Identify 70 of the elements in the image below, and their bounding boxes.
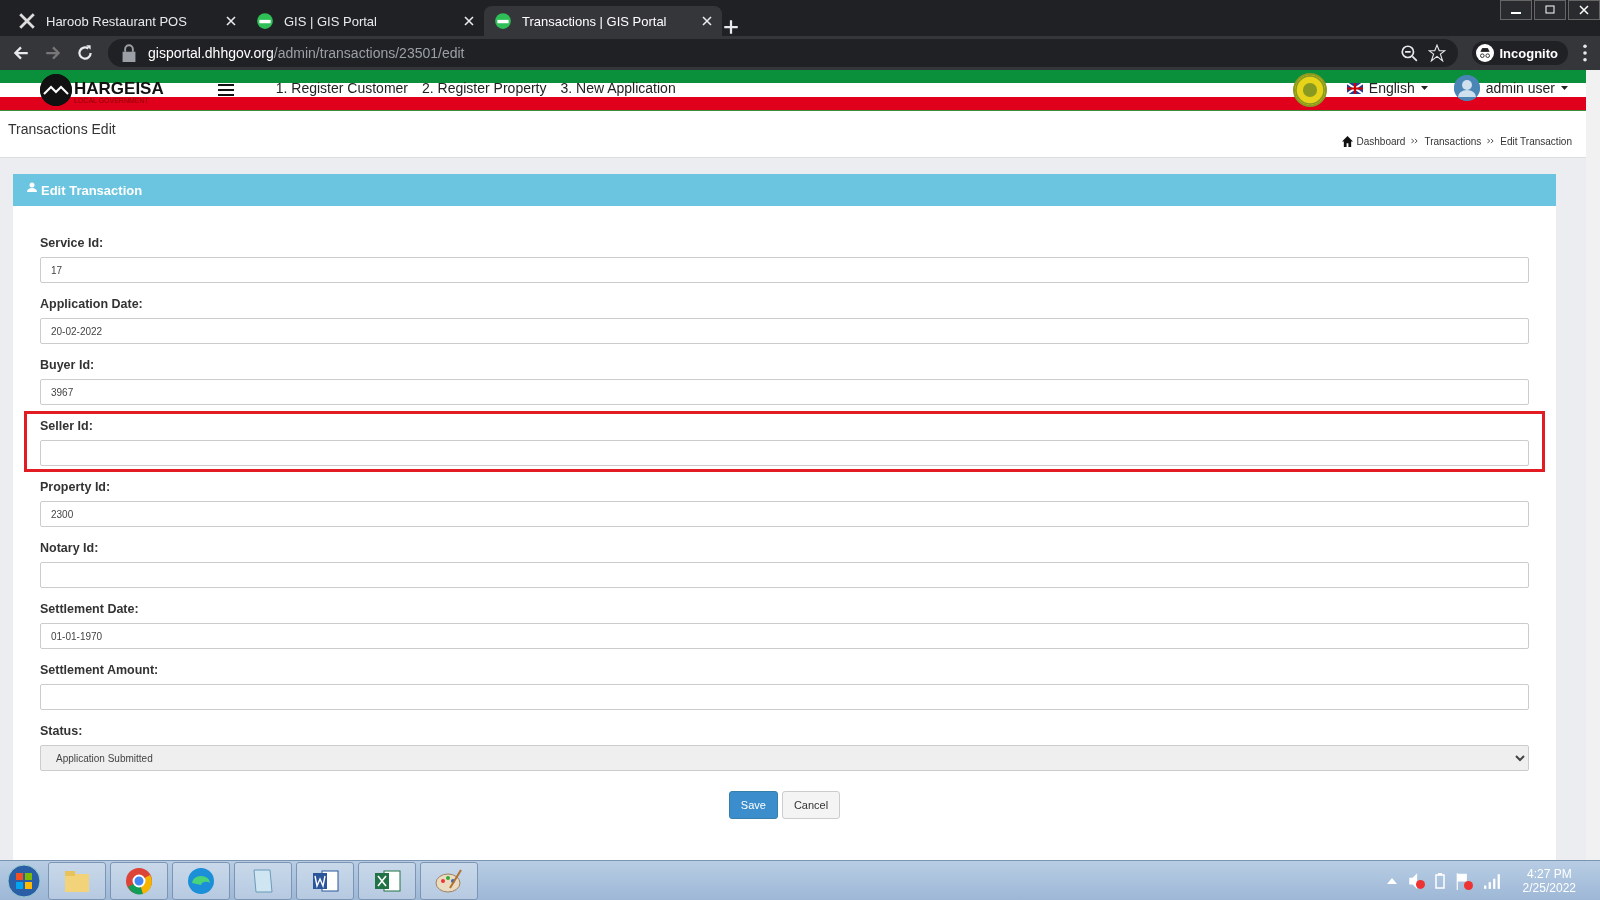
status-dropdown[interactable]: Application Submitted (40, 745, 1529, 771)
input-field[interactable]: 2300 (40, 501, 1529, 527)
breadcrumb-link[interactable]: Dashboard (1356, 136, 1406, 147)
input-field[interactable] (40, 562, 1529, 588)
input-field[interactable]: 3967 (40, 379, 1529, 405)
field-label: Seller Id: (40, 419, 94, 433)
logo-icon (40, 74, 72, 106)
scrollbar[interactable] (1586, 70, 1600, 860)
address-bar[interactable]: gisportal.dhhgov.org/admin/transactions/23501/edit (108, 39, 1458, 67)
taskbar-button[interactable] (296, 861, 354, 900)
home-icon (1342, 136, 1354, 147)
muted-speaker-icon[interactable] (1406, 871, 1425, 890)
browser-tab[interactable]: Transactions | GIS Portal (484, 6, 722, 36)
input-field[interactable] (40, 440, 1529, 466)
browser-tab[interactable]: Haroob Restaurant POS (8, 6, 246, 36)
url-text: gisportal.dhhgov.org/admin/transactions/23501/edit (148, 45, 465, 61)
more-vertical-icon[interactable] (1582, 44, 1588, 62)
restore-icon[interactable] (1534, 0, 1566, 20)
panel-title: Edit Transaction (41, 182, 143, 198)
caret-icon (1561, 86, 1568, 90)
taskbar-button[interactable] (358, 861, 416, 900)
language-dropdown[interactable]: English (1340, 79, 1434, 97)
field-label: Settlement Amount: (40, 663, 160, 677)
field-label: Buyer Id: (40, 358, 96, 372)
double-chevron-icon (1411, 138, 1419, 144)
avatar-icon (1453, 75, 1480, 101)
field-label: Settlement Date: (40, 602, 140, 616)
menu-icon[interactable] (217, 84, 234, 96)
logo-title: HARGEISA (74, 80, 164, 97)
back-arrow-icon[interactable] (12, 44, 30, 62)
user-menu[interactable]: admin user (1447, 74, 1574, 102)
field-label: Notary Id: (40, 541, 100, 555)
breadcrumb-link[interactable]: Transactions (1424, 136, 1482, 147)
save-button[interactable]: Save (728, 791, 778, 819)
page-title: Transactions Edit (8, 121, 116, 139)
field-label: Application Date: (40, 297, 144, 311)
start-button-icon[interactable] (4, 862, 44, 899)
reload-icon[interactable] (76, 44, 94, 62)
breadcrumb-current: Edit Transaction (1500, 136, 1572, 147)
profile-button[interactable]: Incognito (1471, 41, 1568, 65)
plus-icon[interactable] (722, 18, 740, 36)
field-label: Status: (40, 724, 84, 738)
spy-icon (1475, 44, 1494, 62)
cancel-button[interactable]: Cancel (781, 791, 841, 819)
browser-icon (124, 865, 154, 896)
input-field[interactable]: 17 (40, 257, 1529, 283)
zoom-out-icon[interactable] (1399, 44, 1418, 62)
input-field[interactable]: 20-02-2022 (40, 318, 1529, 344)
flag-icon (1346, 82, 1363, 94)
nav-link[interactable]: 3. New Application (560, 80, 676, 96)
forward-arrow-icon[interactable] (44, 44, 62, 62)
nav-link[interactable]: 1. Register Customer (275, 80, 408, 96)
x-shaped-icon (18, 12, 36, 30)
minimize-icon[interactable] (1500, 0, 1532, 20)
field-label: Property Id: (40, 480, 112, 494)
taskbar-button[interactable] (110, 861, 168, 900)
emblem-icon (1292, 73, 1327, 107)
caret-icon (1420, 86, 1428, 90)
input-field[interactable]: 01-01-1970 (40, 623, 1529, 649)
nav-link[interactable]: 2. Register Property (422, 80, 547, 96)
close-icon[interactable] (1568, 0, 1600, 20)
star-icon[interactable] (1427, 44, 1446, 62)
user-icon (27, 182, 37, 192)
browser-tab[interactable]: GIS | GIS Portal (246, 6, 484, 36)
input-field[interactable] (40, 684, 1529, 710)
field-label: Service Id: (40, 236, 105, 250)
lock-icon (120, 44, 138, 62)
flag-alert-icon[interactable] (1454, 871, 1473, 890)
double-chevron-icon (1487, 138, 1495, 144)
wave-icon (186, 865, 216, 896)
